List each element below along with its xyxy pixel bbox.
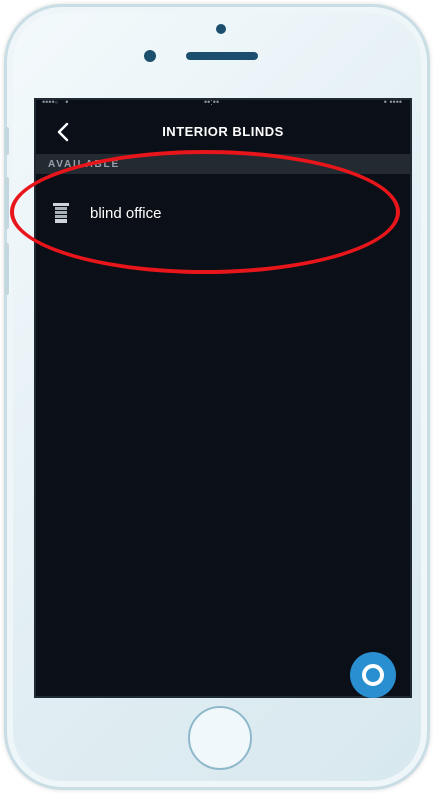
front-camera bbox=[144, 50, 156, 62]
proximity-sensor bbox=[216, 24, 226, 34]
page-title: INTERIOR BLINDS bbox=[162, 124, 284, 139]
signal-indicator: ••••◦ • bbox=[42, 100, 69, 107]
alexa-voice-button[interactable] bbox=[350, 652, 396, 698]
volume-up-button bbox=[5, 177, 9, 229]
earpiece-speaker bbox=[186, 52, 258, 60]
section-header: AVAILABLE bbox=[36, 154, 410, 174]
alexa-ring-icon bbox=[362, 664, 384, 686]
battery-indicator: • •••• bbox=[383, 100, 402, 107]
status-bar: ••••◦ • ••:•• • •••• bbox=[36, 100, 410, 108]
device-item-blind-office[interactable]: blind office bbox=[36, 192, 410, 236]
section-label-available: AVAILABLE bbox=[48, 159, 120, 170]
device-label: blind office bbox=[90, 205, 162, 222]
home-button[interactable] bbox=[188, 706, 252, 770]
blind-icon bbox=[53, 203, 69, 223]
app-screen: ••••◦ • ••:•• • •••• INTERIOR BLINDS AVA… bbox=[34, 98, 412, 698]
volume-down-button bbox=[5, 243, 9, 295]
nav-bar: INTERIOR BLINDS bbox=[36, 114, 410, 150]
status-time: ••:•• bbox=[204, 100, 220, 107]
mute-switch bbox=[5, 127, 9, 155]
